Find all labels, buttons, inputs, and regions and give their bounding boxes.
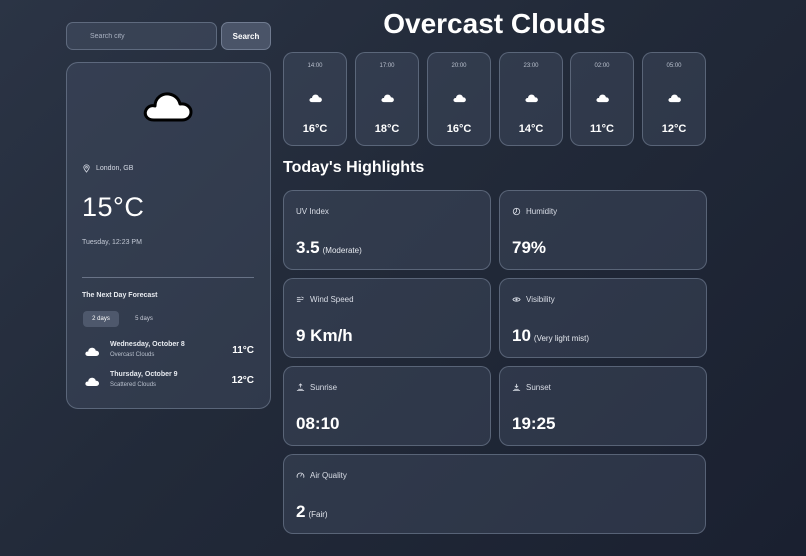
forecast-day: Wednesday, October 8: [110, 341, 185, 348]
cloud-icon: [381, 94, 394, 103]
air-quality-value-row: 2 (Fair): [296, 502, 328, 522]
search-button[interactable]: Search: [221, 22, 271, 50]
cloud-icon: [596, 94, 609, 103]
tab-5-days[interactable]: 5 days: [126, 311, 162, 327]
forecast-desc: Scattered Clouds: [110, 382, 157, 388]
hour-time: 14:00: [307, 63, 323, 69]
hourly-card: 02:00 11°C: [570, 52, 634, 146]
sunrise-label: Sunrise: [310, 383, 338, 392]
hour-temp: 16°C: [302, 123, 328, 135]
cloud-icon: [309, 94, 322, 103]
wind-value: 9 Km/h: [296, 326, 353, 345]
forecast-title: The Next Day Forecast: [82, 292, 158, 299]
wind-icon: [296, 296, 304, 302]
hourly-card: 17:00 18°C: [355, 52, 419, 146]
air-quality-card: Air Quality 2 (Fair): [283, 454, 706, 534]
divider: [82, 277, 254, 278]
cloud-icon: [85, 347, 99, 356]
forecast-temp: 12°C: [231, 375, 254, 386]
humidity-value: 79%: [512, 238, 547, 257]
cloud-icon: [85, 377, 99, 386]
hour-time: 02:00: [594, 63, 610, 69]
air-quality-sub: (Fair): [308, 510, 328, 519]
gauge-icon: [296, 472, 305, 478]
hour-temp: 14°C: [518, 123, 544, 135]
current-datetime: Tuesday, 12:23 PM: [82, 239, 142, 246]
wind-label: Wind Speed: [310, 295, 354, 304]
hour-time: 20:00: [451, 63, 467, 69]
current-temperature: 15°C: [82, 192, 145, 222]
uv-label: UV Index: [296, 207, 329, 216]
uv-value-row: 3.5 (Moderate): [296, 238, 362, 258]
visibility-value-row: 10 (Very light mist): [512, 326, 589, 346]
cloud-icon: [525, 94, 538, 103]
uv-value: 3.5: [296, 238, 320, 257]
page-title: Overcast Clouds: [383, 8, 606, 39]
search-input[interactable]: [66, 22, 217, 50]
hourly-card: 14:00 16°C: [283, 52, 347, 146]
forecast-row: Thursday, October 9 Scattered Clouds 12°…: [84, 371, 256, 395]
hourly-card: 05:00 12°C: [642, 52, 706, 146]
visibility-label: Visibility: [526, 295, 555, 304]
location-label: London, GB: [96, 165, 134, 172]
hour-temp: 18°C: [374, 123, 400, 135]
sunset-label-row: Sunset: [512, 383, 551, 392]
sunset-icon: [512, 383, 521, 392]
hour-temp: 11°C: [590, 123, 614, 135]
visibility-label-row: Visibility: [512, 295, 555, 304]
forecast-row: Wednesday, October 8 Overcast Clouds 11°…: [84, 341, 256, 365]
hourly-card: 23:00 14°C: [499, 52, 563, 146]
wind-speed-card: Wind Speed 9 Km/h: [283, 278, 491, 358]
tab-2-days[interactable]: 2 days: [83, 311, 119, 327]
visibility-card: Visibility 10 (Very light mist): [499, 278, 707, 358]
sunset-value: 19:25: [512, 414, 556, 433]
location: London, GB: [82, 164, 133, 173]
air-quality-value: 2: [296, 502, 306, 521]
hour-temp: 16°C: [446, 123, 472, 135]
location-pin-icon: [83, 164, 90, 173]
forecast-day: Thursday, October 9: [110, 371, 178, 378]
air-quality-label: Air Quality: [310, 471, 347, 480]
sunrise-icon: [296, 383, 305, 392]
uv-sub: (Moderate): [322, 246, 362, 255]
humidity-label: Humidity: [526, 207, 558, 216]
humidity-card: Humidity 79%: [499, 190, 707, 270]
highlights-title: Today's Highlights: [283, 159, 425, 176]
visibility-value: 10: [512, 326, 531, 345]
wind-label-row: Wind Speed: [296, 295, 354, 304]
cloud-icon: [668, 94, 681, 103]
sunrise-value: 08:10: [296, 414, 340, 433]
hour-time: 05:00: [666, 63, 682, 69]
hour-temp: 12°C: [661, 123, 687, 135]
sunset-label: Sunset: [526, 383, 551, 392]
eye-icon: [512, 297, 521, 302]
humidity-icon: [512, 207, 521, 216]
visibility-sub: (Very light mist): [533, 334, 590, 343]
forecast-desc: Overcast Clouds: [110, 352, 155, 358]
sunrise-card: Sunrise 08:10: [283, 366, 491, 446]
humidity-label-row: Humidity: [512, 207, 557, 216]
forecast-temp: 11°C: [232, 345, 254, 356]
sunrise-label-row: Sunrise: [296, 383, 337, 392]
cloud-icon: [143, 92, 193, 122]
sunset-card: Sunset 19:25: [499, 366, 707, 446]
hourly-card: 20:00 16°C: [427, 52, 491, 146]
hour-time: 17:00: [379, 63, 395, 69]
hour-time: 23:00: [523, 63, 539, 69]
cloud-icon: [453, 94, 466, 103]
air-label-row: Air Quality: [296, 471, 347, 480]
uv-index-card: UV Index 3.5 (Moderate): [283, 190, 491, 270]
